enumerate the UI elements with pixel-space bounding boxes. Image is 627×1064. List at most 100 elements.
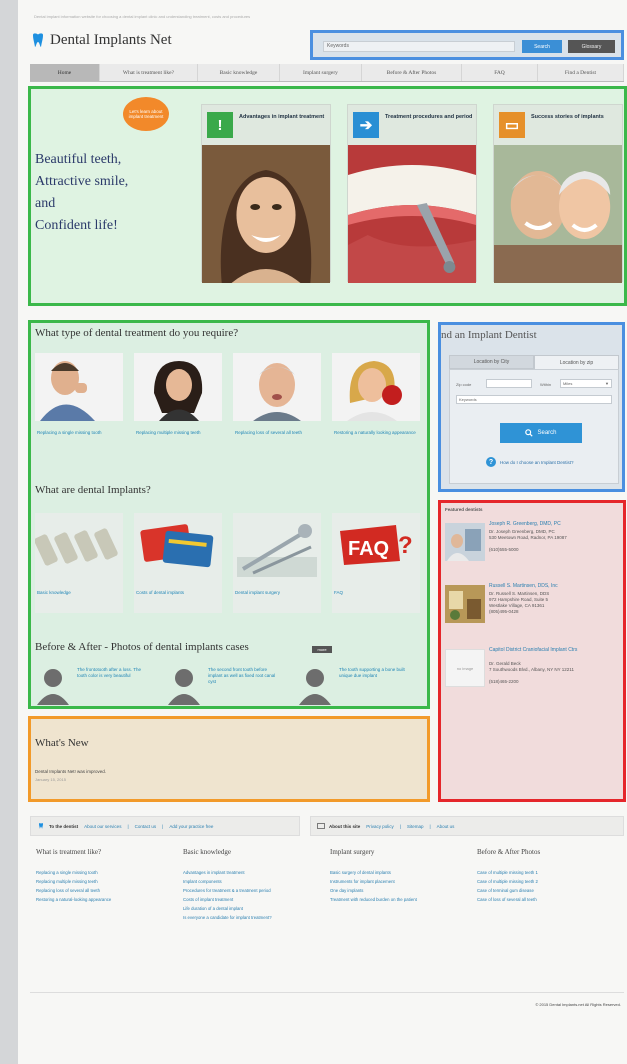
nav-treatment[interactable]: What is treatment like? — [100, 64, 198, 81]
nav-home[interactable]: Home — [30, 64, 100, 81]
footer-link[interactable]: Replacing a single missing tooth — [36, 870, 156, 876]
before-after-more-button[interactable]: more — [312, 646, 332, 653]
before-after-case-text: The tooth supporting a bone built unique… — [339, 667, 405, 678]
nav-implant-surgery[interactable]: Implant surgery — [280, 64, 362, 81]
treatment-item[interactable]: Replacing a single missing tooth — [35, 353, 123, 436]
footer-link[interactable]: Treatment with reduced burden on the pat… — [330, 897, 450, 903]
footer-column: Basic knowledge Advantages in implant tr… — [183, 848, 330, 988]
before-after-case[interactable]: The second front tooth before implant as… — [166, 665, 284, 705]
footer-link[interactable]: Contact us — [135, 824, 157, 829]
footer-link[interactable]: Case of multiple missing teeth 1 — [477, 870, 597, 876]
to-dentist-links: To the dentist About our services | Cont… — [30, 816, 300, 836]
footer-link[interactable]: Replacing multiple missing teeth — [36, 879, 156, 885]
footer-link[interactable]: Privacy policy — [366, 824, 394, 829]
feature-advantages[interactable]: ! Advantages in implant treatment — [201, 104, 331, 283]
about-item[interactable]: FAQ ? FAQ — [332, 513, 420, 613]
footer-link[interactable]: About us — [437, 824, 455, 829]
footer-link[interactable]: One day implants — [330, 888, 450, 894]
featured-dentists-title: Featured dentists — [445, 507, 483, 512]
dentist-office-photo — [445, 585, 485, 623]
tab-location-city[interactable]: Location by City — [449, 355, 534, 369]
before-after-case[interactable]: The tooth supporting a bone built unique… — [297, 665, 415, 705]
within-select[interactable]: Miles ▼ — [560, 379, 612, 388]
footer-links-bar: To the dentist About our services | Cont… — [30, 816, 624, 836]
footer-sitemap: What is treatment like? Replacing a sing… — [36, 848, 624, 988]
dentist-name: Joseph R. Greenberg, DMD, PC — [489, 521, 561, 527]
find-dentist-search-button[interactable]: Search — [500, 423, 582, 443]
glossary-button-label: Glossary — [581, 43, 602, 50]
before-after-case-text: The second front tooth before implant as… — [208, 667, 276, 684]
footer-link[interactable]: Case of loss of several all teeth — [477, 897, 597, 903]
find-dentist-form: Zip code Within Miles ▼ Keywords Search … — [449, 369, 619, 484]
nav-find-dentist[interactable]: Find a Dentist — [538, 64, 624, 81]
before-after-case[interactable]: The frontotooth after a loss. The tooth … — [35, 665, 153, 705]
footer-link[interactable]: Basic surgery of dental implants — [330, 870, 450, 876]
footer-link[interactable]: Costs of implant treatment — [183, 897, 303, 903]
search-input[interactable]: Keywords — [323, 41, 515, 52]
smiling-woman-photo — [202, 145, 330, 283]
worried-man-photo — [35, 353, 123, 421]
treatment-item-label: Replacing a single missing tooth — [37, 430, 102, 435]
nav-faq[interactable]: FAQ — [462, 64, 538, 81]
footer-link[interactable]: About our services — [84, 824, 121, 829]
dentist-listing[interactable]: Joseph R. Greenberg, DMD, PC Dr. Joseph … — [445, 517, 623, 573]
choose-dentist-help-link[interactable]: ? How do I choose an Implant Dentist? — [486, 457, 574, 467]
footer-link[interactable]: Implant components — [183, 879, 303, 885]
about-item-label: Basic knowledge — [37, 590, 71, 595]
footer-link[interactable]: Add your practice free — [169, 824, 213, 829]
treatment-item[interactable]: Replacing loss of several all teeth — [233, 353, 321, 436]
hero-tagline-line: Confident life! — [35, 218, 118, 233]
keyword-input[interactable]: Keywords — [456, 395, 612, 404]
about-item[interactable]: Dental implant surgery — [233, 513, 321, 613]
about-item[interactable]: Costs of dental implants — [134, 513, 222, 613]
person-silhouette-icon — [299, 669, 331, 705]
within-select-value: Miles — [563, 381, 573, 386]
site-logo[interactable]: Dental Implants Net — [32, 32, 172, 49]
about-item[interactable]: Basic knowledge — [34, 513, 123, 613]
news-item[interactable]: Dental Implants Net! was improved. — [35, 769, 106, 774]
search-button[interactable]: Search — [522, 40, 562, 53]
implant-screws-photo — [34, 513, 123, 581]
nav-before-after[interactable]: Before & After Photos — [362, 64, 462, 81]
feature-title: Treatment procedures and period — [385, 114, 473, 120]
footer-column: Before & After Photos Case of multiple m… — [477, 848, 624, 988]
treatment-item[interactable]: Restoring a naturally looking appearance — [332, 353, 420, 436]
featured-dentists: Featured dentists Joseph R. Greenberg, D… — [438, 500, 626, 802]
footer-column: What is treatment like? Replacing a sing… — [36, 848, 183, 988]
chevron-down-icon: ▼ — [605, 381, 609, 386]
footer-link[interactable]: Advantages in implant treatment — [183, 870, 303, 876]
footer-link[interactable]: Life duration of a dental implant — [183, 906, 303, 912]
treatment-item[interactable]: Replacing multiple missing teeth — [134, 353, 222, 436]
feature-procedures[interactable]: ➔ Treatment procedures and period — [347, 104, 477, 283]
hero-bubble[interactable]: Let's learn about implant treatment — [123, 97, 169, 131]
glossary-button[interactable]: Glossary — [568, 40, 615, 53]
footer-link[interactable]: Procedures for treatment & a treatment p… — [183, 888, 303, 894]
zip-input[interactable] — [486, 379, 532, 388]
about-item-label: FAQ — [334, 590, 344, 595]
footer-link[interactable]: Is everyone a candidate for implant trea… — [183, 915, 303, 921]
elderly-couple-photo — [494, 145, 622, 283]
svg-text:?: ? — [398, 532, 413, 559]
person-silhouette-icon — [168, 669, 200, 705]
dentist-listing[interactable]: Russell S. Martinsen, DDS, Inc Dr. Russe… — [445, 579, 623, 635]
book-icon: ▭ — [499, 112, 525, 138]
footer-link[interactable]: Case of terminal gum disease — [477, 888, 597, 894]
footer-column-title: Basic knowledge — [183, 848, 232, 856]
footer-link[interactable]: Restoring a natural-looking appearance — [36, 897, 156, 903]
dentist-info-line: (610)555-5000 — [489, 547, 519, 552]
header-search: Keywords Search Glossary — [310, 30, 624, 60]
dentist-listing[interactable]: no image Capitol District Craniofacial I… — [445, 643, 623, 699]
tab-location-zip[interactable]: Location by zip — [534, 355, 619, 369]
nav-basic-knowledge[interactable]: Basic knowledge — [198, 64, 280, 81]
footer-link[interactable]: Sitemap — [407, 824, 424, 829]
feature-success-stories[interactable]: ▭ Success stories of implants — [493, 104, 623, 283]
woman-apple-photo — [332, 353, 420, 421]
hero-tagline: Beautiful teeth, Attractive smile, and C… — [35, 149, 128, 237]
dentist-name: Russell S. Martinsen, DDS, Inc — [489, 583, 558, 589]
dentist-info-line: 7 Southwoods Blvd., Albany, NY NY 12211 — [489, 667, 574, 672]
faq-icon: FAQ ? — [332, 513, 420, 581]
footer-link[interactable]: Replacing loss of several all teeth — [36, 888, 156, 894]
footer-link[interactable]: Case of multiple missing teeth 2 — [477, 879, 597, 885]
dentist-info-line: (805)495-0428 — [489, 609, 519, 614]
footer-link[interactable]: Instruments for implant placement — [330, 879, 450, 885]
